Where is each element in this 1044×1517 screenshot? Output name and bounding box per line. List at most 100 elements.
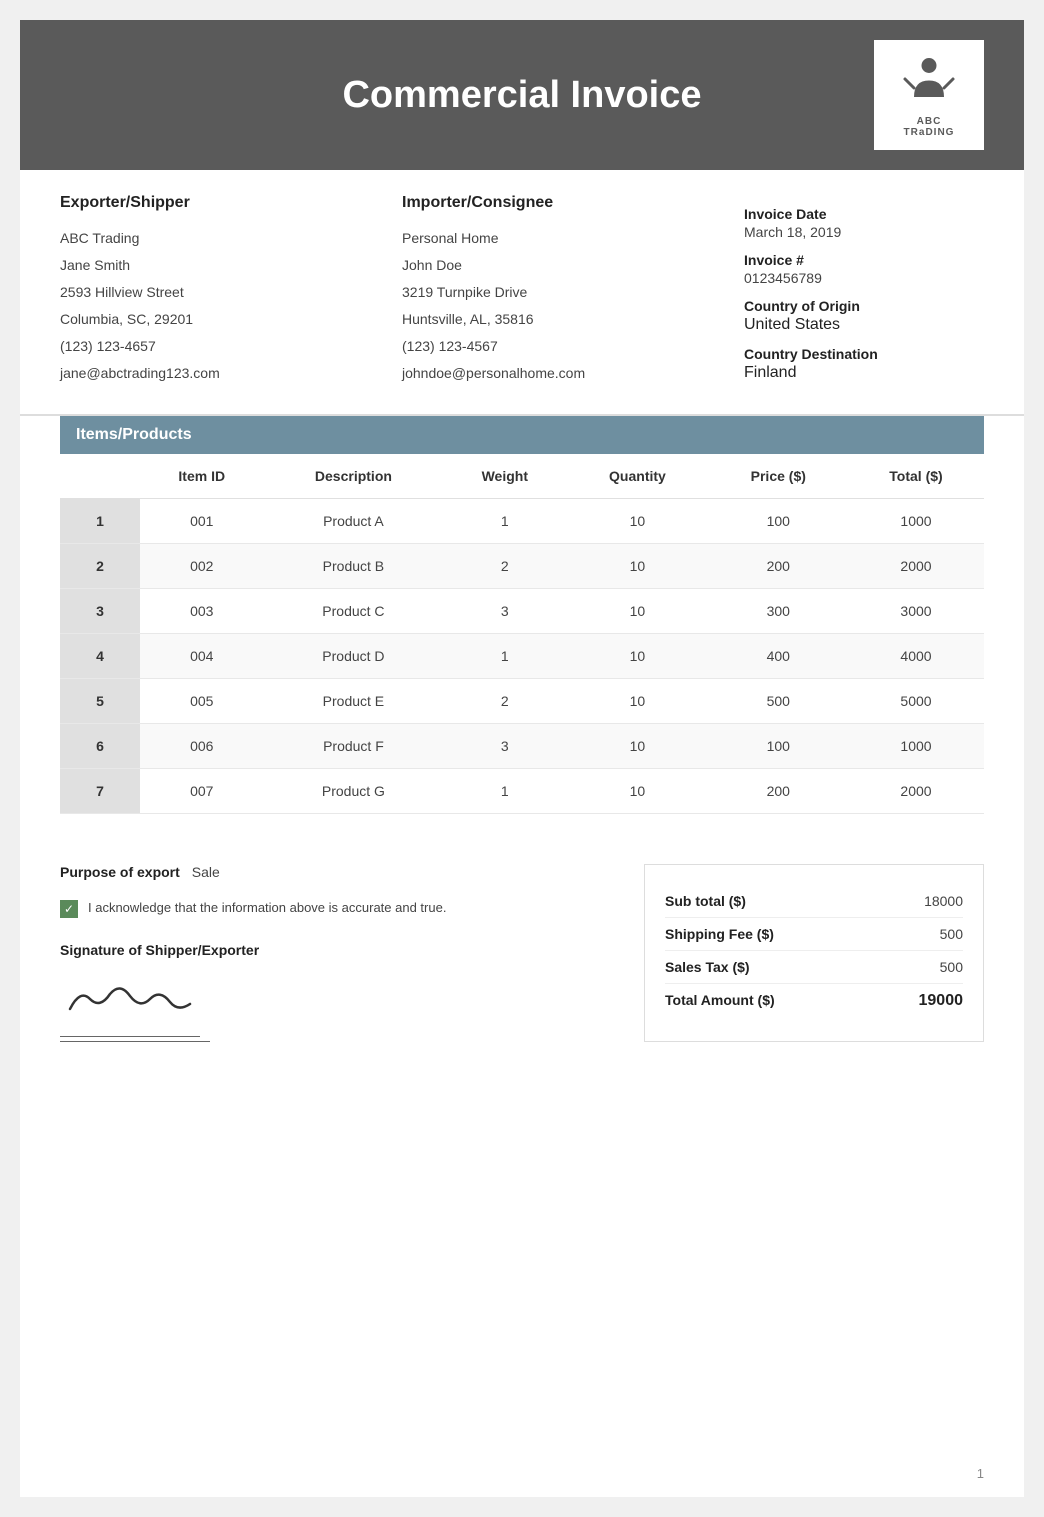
- country-origin-value: United States: [744, 316, 984, 334]
- table-row: 5 005 Product E 2 10 500 5000: [60, 679, 984, 724]
- cell-weight: 2: [443, 679, 566, 724]
- shipping-value: 500: [940, 926, 963, 942]
- shipping-label: Shipping Fee ($): [665, 926, 774, 942]
- row-num: 5: [60, 679, 140, 724]
- subtotal-value: 18000: [924, 893, 963, 909]
- acknowledge-checkbox[interactable]: [60, 900, 78, 918]
- cell-item-id: 006: [140, 724, 264, 769]
- total-label: Total Amount ($): [665, 992, 775, 1010]
- invoice-number-label: Invoice #: [744, 252, 984, 268]
- cell-price: 300: [709, 589, 848, 634]
- cell-total: 3000: [848, 589, 984, 634]
- bottom-section: Purpose of export Sale I acknowledge tha…: [20, 834, 1024, 1062]
- bottom-left: Purpose of export Sale I acknowledge tha…: [60, 864, 604, 1042]
- cell-weight: 1: [443, 634, 566, 679]
- cell-total: 1000: [848, 499, 984, 544]
- col-quantity: Quantity: [566, 454, 708, 499]
- col-item-id: Item ID: [140, 454, 264, 499]
- exporter-label: Exporter/Shipper: [60, 194, 402, 212]
- col-weight: Weight: [443, 454, 566, 499]
- tax-label: Sales Tax ($): [665, 959, 750, 975]
- cell-item-id: 004: [140, 634, 264, 679]
- table-row: 4 004 Product D 1 10 400 4000: [60, 634, 984, 679]
- cell-quantity: 10: [566, 634, 708, 679]
- acknowledge-text: I acknowledge that the information above…: [88, 898, 446, 918]
- cell-weight: 1: [443, 499, 566, 544]
- col-price: Price ($): [709, 454, 848, 499]
- cell-total: 2000: [848, 544, 984, 589]
- cell-quantity: 10: [566, 679, 708, 724]
- table-row: 2 002 Product B 2 10 200 2000: [60, 544, 984, 589]
- cell-quantity: 10: [566, 724, 708, 769]
- col-description: Description: [264, 454, 444, 499]
- country-destination-value: Finland: [744, 364, 984, 382]
- cell-price: 200: [709, 769, 848, 814]
- cell-quantity: 10: [566, 589, 708, 634]
- cell-item-id: 007: [140, 769, 264, 814]
- cell-description: Product G: [264, 769, 444, 814]
- table-row: 1 001 Product A 1 10 100 1000: [60, 499, 984, 544]
- cell-item-id: 001: [140, 499, 264, 544]
- info-section: Exporter/Shipper ABC Trading Jane Smith …: [20, 170, 1024, 416]
- shipping-row: Shipping Fee ($) 500: [665, 918, 963, 951]
- total-row: Total Amount ($) 19000: [665, 984, 963, 1018]
- row-num: 1: [60, 499, 140, 544]
- cell-price: 100: [709, 724, 848, 769]
- cell-weight: 1: [443, 769, 566, 814]
- totals-box: Sub total ($) 18000 Shipping Fee ($) 500…: [644, 864, 984, 1042]
- logo-box: ABC TRaDING: [874, 40, 984, 150]
- signature-image: [60, 974, 200, 1037]
- invoice-number-value: 0123456789: [744, 270, 984, 286]
- acknowledge-row: I acknowledge that the information above…: [60, 898, 604, 918]
- cell-quantity: 10: [566, 544, 708, 589]
- items-header: Items/Products: [60, 416, 984, 454]
- cell-price: 100: [709, 499, 848, 544]
- subtotal-row: Sub total ($) 18000: [665, 885, 963, 918]
- cell-item-id: 002: [140, 544, 264, 589]
- importer-address1: 3219 Turnpike Drive: [402, 282, 744, 303]
- country-destination-label: Country Destination: [744, 346, 984, 362]
- importer-name: John Doe: [402, 255, 744, 276]
- cell-weight: 3: [443, 724, 566, 769]
- subtotal-label: Sub total ($): [665, 893, 746, 909]
- logo-icon: [899, 52, 959, 112]
- row-num: 4: [60, 634, 140, 679]
- tax-row: Sales Tax ($) 500: [665, 951, 963, 984]
- col-num: [60, 454, 140, 499]
- invoice-date-label: Invoice Date: [744, 206, 984, 222]
- cell-price: 400: [709, 634, 848, 679]
- importer-company: Personal Home: [402, 228, 744, 249]
- header: Commercial Invoice ABC TRaDING: [20, 20, 1024, 170]
- exporter-name: Jane Smith: [60, 255, 402, 276]
- row-num: 7: [60, 769, 140, 814]
- purpose-value: Sale: [192, 864, 220, 880]
- cell-description: Product D: [264, 634, 444, 679]
- table-row: 7 007 Product G 1 10 200 2000: [60, 769, 984, 814]
- page-number: 1: [977, 1466, 984, 1481]
- cell-quantity: 10: [566, 499, 708, 544]
- cell-description: Product C: [264, 589, 444, 634]
- logo-text: ABC TRaDING: [904, 116, 955, 138]
- invoice-info-column: Invoice Date March 18, 2019 Invoice # 01…: [744, 194, 984, 390]
- cell-item-id: 003: [140, 589, 264, 634]
- importer-phone: (123) 123-4567: [402, 336, 744, 357]
- row-num: 6: [60, 724, 140, 769]
- cell-description: Product E: [264, 679, 444, 724]
- cell-quantity: 10: [566, 769, 708, 814]
- exporter-address2: Columbia, SC, 29201: [60, 309, 402, 330]
- cell-description: Product F: [264, 724, 444, 769]
- importer-label: Importer/Consignee: [402, 194, 744, 212]
- total-value: 19000: [919, 992, 964, 1010]
- purpose-label: Purpose of export: [60, 864, 180, 880]
- exporter-address1: 2593 Hillview Street: [60, 282, 402, 303]
- cell-description: Product A: [264, 499, 444, 544]
- importer-email: johndoe@personalhome.com: [402, 363, 744, 384]
- exporter-column: Exporter/Shipper ABC Trading Jane Smith …: [60, 194, 402, 390]
- country-origin-label: Country of Origin: [744, 298, 984, 314]
- cell-total: 2000: [848, 769, 984, 814]
- col-total: Total ($): [848, 454, 984, 499]
- tax-value: 500: [940, 959, 963, 975]
- cell-total: 5000: [848, 679, 984, 724]
- cell-item-id: 005: [140, 679, 264, 724]
- cell-price: 500: [709, 679, 848, 724]
